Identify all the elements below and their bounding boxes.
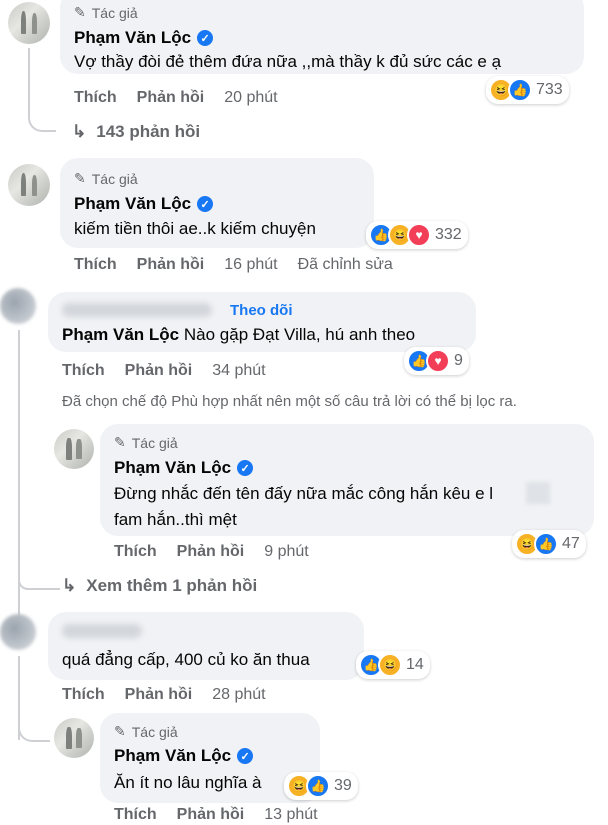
verified-badge-icon: ✓ [237,460,254,476]
comment-text: kiếm tiền thôi ae..k kiếm chuyện [74,219,316,238]
reaction-summary[interactable]: 😆 👍 39 [284,772,358,800]
avatar[interactable] [8,164,50,206]
timestamp: 16 phút [224,256,278,273]
like-button[interactable]: Thích [74,89,117,107]
like-button[interactable]: Thích [74,256,117,274]
like-reaction-icon: 👍 [306,774,330,798]
like-reaction-icon: 👍 [534,532,558,556]
verified-badge-icon: ✓ [237,748,254,764]
commenter-name[interactable]: Phạm Văn Lộc ✓ [74,28,214,48]
pencil-icon: ✎ [114,723,126,739]
timestamp: 28 phút [212,686,266,703]
haha-reaction-icon: 😆 [378,653,402,677]
reaction-summary[interactable]: 👍 ♥ 9 [404,347,469,375]
reaction-summary[interactable]: 👍 😆 ♥ 332 [366,221,468,249]
commenter-name[interactable]: Phạm Văn Lộc ✓ [74,194,214,214]
reply-button[interactable]: Phản hồi [125,686,193,704]
love-reaction-icon: ♥ [426,349,450,373]
comment-text: Phạm Văn Lộc Nào gặp Đạt Villa, hú anh t… [62,325,416,344]
like-button[interactable]: Thích [62,686,105,704]
edited-label: Đã chỉnh sửa [297,256,393,273]
reply-arrow-icon: ↳ [62,576,77,595]
comment-text-line2: fam hắn..thì mệt [114,510,237,529]
comment-actions: Thích Phản hồi 9 phút [114,543,309,561]
timestamp: 13 phút [264,806,318,823]
commenter-name[interactable]: Phạm Văn Lộc ✓ [114,746,254,766]
view-more-replies-link[interactable]: ↳ Xem thêm 1 phản hồi [62,576,257,596]
like-button[interactable]: Thích [114,543,157,561]
reply-button[interactable]: Phản hồi [137,89,205,107]
comment-actions: Thích Phản hồi 34 phút [62,362,266,380]
avatar[interactable] [0,288,36,324]
comment-actions: Thích Phản hồi 20 phút [74,89,278,107]
verified-badge-icon: ✓ [197,196,214,212]
timestamp: 20 phút [224,89,278,106]
comment-text: Vợ thầy đòi đẻ thêm đứa nữa ,,mà thầy k … [74,52,502,71]
pencil-icon: ✎ [114,434,126,450]
comment-text: quá đẳng cấp, 400 củ ko ăn thua [62,650,310,669]
avatar[interactable] [54,429,94,469]
avatar[interactable] [54,718,94,758]
reply-button[interactable]: Phản hồi [177,806,245,824]
like-button[interactable]: Thích [62,362,105,380]
redaction [526,482,550,504]
like-button[interactable]: Thích [114,806,157,824]
avatar[interactable] [0,614,36,650]
reply-arrow-icon: ↳ [72,122,87,141]
author-tag: ✎ Tác giả [114,723,178,740]
comment-text-line1: Đừng nhắc đến tên đấy nữa mắc công hắn k… [114,484,494,503]
commenter-name[interactable]: Phạm Văn Lộc ✓ [114,458,254,478]
reply-button[interactable]: Phản hồi [177,543,245,561]
reply-button[interactable]: Phản hồi [125,362,193,380]
avatar[interactable] [8,2,50,44]
commenter-name-redacted [62,303,212,317]
view-replies-link[interactable]: ↳ 143 phản hồi [72,122,200,142]
timestamp: 34 phút [212,362,266,379]
mention[interactable]: Phạm Văn Lộc [62,325,179,344]
reaction-summary[interactable]: 😆 👍 47 [512,530,586,558]
love-reaction-icon: ♥ [407,223,431,247]
timestamp: 9 phút [264,543,309,560]
verified-badge-icon: ✓ [197,30,214,46]
reply-button[interactable]: Phản hồi [137,256,205,274]
reaction-summary[interactable]: 😆 👍 733 [486,76,569,104]
author-tag: ✎ Tác giả [74,4,138,21]
comment-actions: Thích Phản hồi 13 phút [114,806,318,824]
reaction-summary[interactable]: 👍 😆 14 [356,651,430,679]
comment-actions: Thích Phản hồi 28 phút [62,686,266,704]
author-tag: ✎ Tác giả [74,170,138,187]
like-reaction-icon: 👍 [508,78,532,102]
pencil-icon: ✎ [74,170,86,186]
commenter-name-redacted [62,624,142,638]
comment-text: Ăn ít no lâu nghĩa à [114,773,262,792]
follow-button[interactable]: Theo dõi [230,302,293,319]
author-tag: ✎ Tác giả [114,434,178,451]
filter-note: Đã chọn chế độ Phù hợp nhất nên một số c… [62,393,517,410]
comment-actions: Thích Phản hồi 16 phút Đã chỉnh sửa [74,256,393,274]
pencil-icon: ✎ [74,4,86,20]
